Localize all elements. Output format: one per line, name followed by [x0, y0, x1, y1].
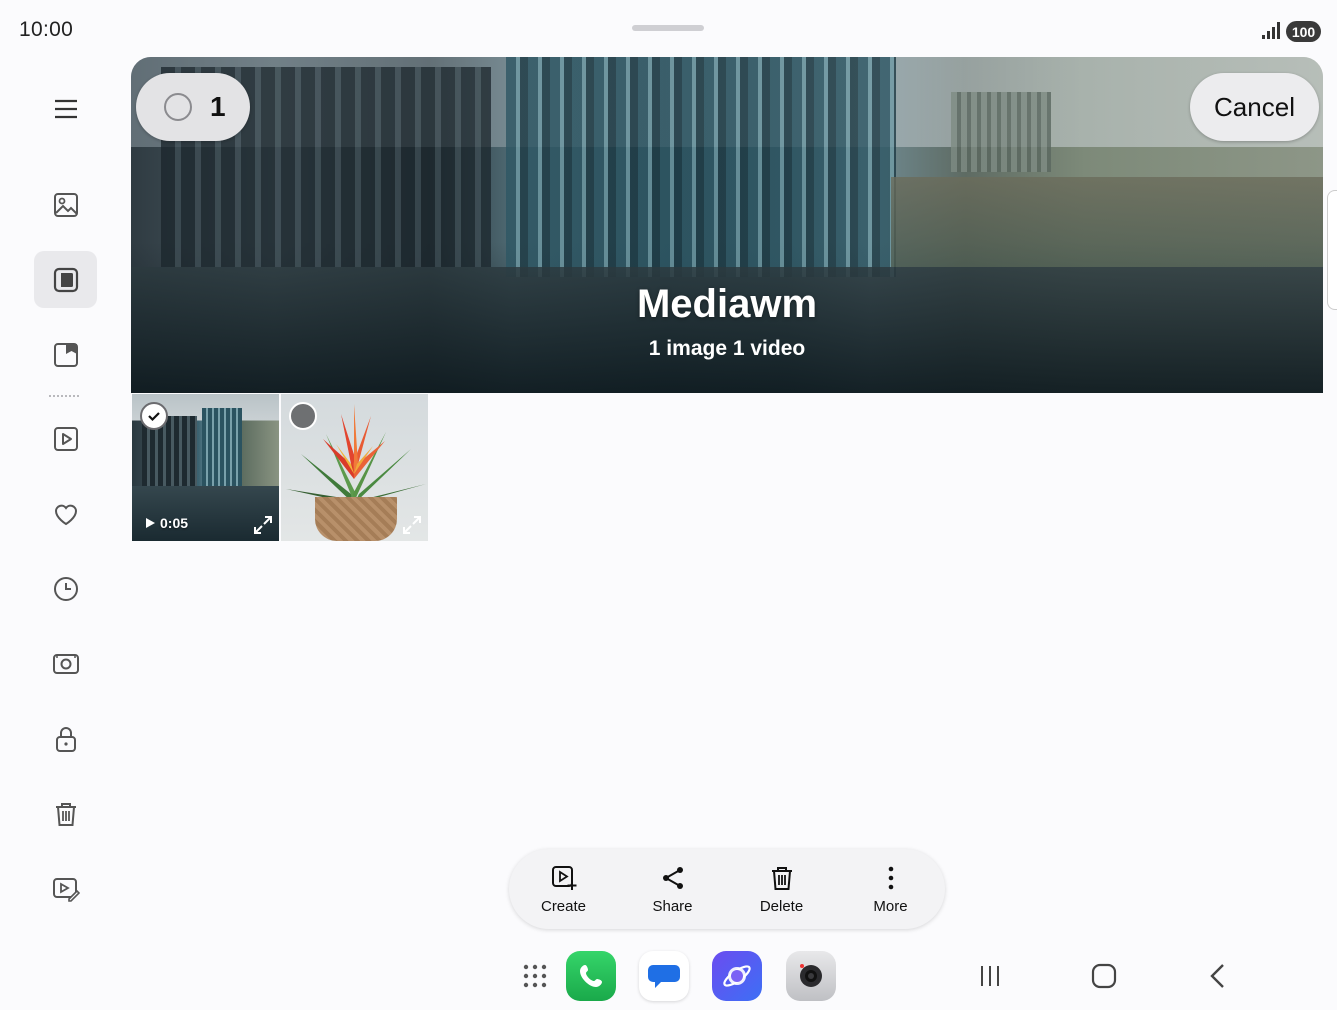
recents-button[interactable]	[970, 958, 1010, 994]
sidebar-item-recent[interactable]	[34, 560, 97, 617]
back-button[interactable]	[1198, 958, 1238, 994]
sidebar-item-trash[interactable]	[34, 785, 97, 842]
select-all-checkbox[interactable]	[164, 93, 192, 121]
messages-app[interactable]	[639, 951, 689, 1001]
battery-indicator: 100	[1286, 21, 1321, 42]
apps-grid-button[interactable]	[510, 951, 560, 1001]
checkmark-icon	[148, 412, 160, 422]
selection-action-bar: Create Share Delete More	[509, 849, 945, 929]
sidebar	[0, 60, 131, 950]
internet-app[interactable]	[712, 951, 762, 1001]
sidebar-item-videos[interactable]	[34, 410, 97, 467]
share-label: Share	[652, 897, 693, 915]
trash-icon	[55, 802, 76, 826]
sidebar-item-screenshots[interactable]	[34, 635, 97, 692]
menu-button[interactable]	[34, 80, 97, 137]
sidebar-item-albums[interactable]	[34, 251, 97, 308]
expand-icon[interactable]	[253, 515, 273, 535]
play-icon	[146, 518, 155, 528]
home-button[interactable]	[1084, 958, 1124, 994]
pictures-icon	[53, 192, 78, 217]
delete-label: Delete	[759, 897, 804, 915]
phone-icon	[580, 965, 602, 987]
sidebar-item-secure-folder[interactable]	[34, 710, 97, 767]
apps-grid-icon	[523, 964, 547, 988]
messages-icon	[648, 965, 680, 988]
plant-pot	[315, 497, 397, 541]
drag-handle[interactable]	[632, 25, 704, 31]
screenshots-icon	[52, 653, 79, 674]
favorites-icon	[54, 504, 77, 525]
internet-icon	[723, 965, 751, 987]
sidebar-item-editing[interactable]	[34, 860, 97, 917]
create-button[interactable]: Create	[509, 849, 618, 929]
recents-icon	[981, 966, 999, 986]
expand-icon[interactable]	[402, 515, 422, 535]
stories-icon	[53, 342, 78, 367]
cancel-button[interactable]: Cancel	[1190, 73, 1319, 141]
video-duration-label: 0:05	[160, 515, 189, 531]
back-icon	[1210, 964, 1224, 988]
camera-app[interactable]	[786, 951, 836, 1001]
phone-app[interactable]	[566, 951, 616, 1001]
sidebar-item-stories[interactable]	[34, 326, 97, 383]
secure-folder-icon	[55, 726, 76, 752]
select-all-button[interactable]: 1	[136, 73, 250, 141]
edge-panel-handle[interactable]	[1327, 190, 1337, 310]
more-icon	[888, 866, 893, 889]
more-button[interactable]: More	[836, 849, 945, 929]
share-button[interactable]: Share	[618, 849, 727, 929]
selected-count: 1	[210, 91, 226, 122]
share-icon	[662, 866, 683, 889]
delete-icon	[771, 866, 792, 890]
album-subtitle: 1 image 1 video	[648, 337, 806, 360]
selected-checkbox[interactable]	[140, 402, 168, 430]
sidebar-item-favorites[interactable]	[34, 485, 97, 542]
menu-icon	[54, 99, 77, 118]
album-title: Mediawm	[636, 282, 818, 326]
editing-icon	[52, 877, 80, 902]
create-icon	[551, 865, 576, 890]
sidebar-item-pictures[interactable]	[34, 176, 97, 233]
home-icon	[1091, 963, 1117, 989]
albums-icon	[53, 267, 78, 292]
create-label: Create	[540, 897, 587, 915]
signal-icon	[1262, 22, 1280, 39]
video-thumbnail[interactable]: 0:05	[132, 394, 279, 541]
videos-icon	[53, 426, 78, 451]
status-time: 10:00	[19, 18, 74, 41]
camera-icon	[800, 964, 822, 987]
sidebar-divider	[49, 395, 79, 397]
delete-button[interactable]: Delete	[727, 849, 836, 929]
more-label: More	[873, 897, 908, 915]
video-duration: 0:05	[144, 515, 188, 531]
unselected-checkbox[interactable]	[289, 402, 317, 430]
image-thumbnail[interactable]	[281, 394, 428, 541]
recent-icon	[53, 576, 78, 601]
